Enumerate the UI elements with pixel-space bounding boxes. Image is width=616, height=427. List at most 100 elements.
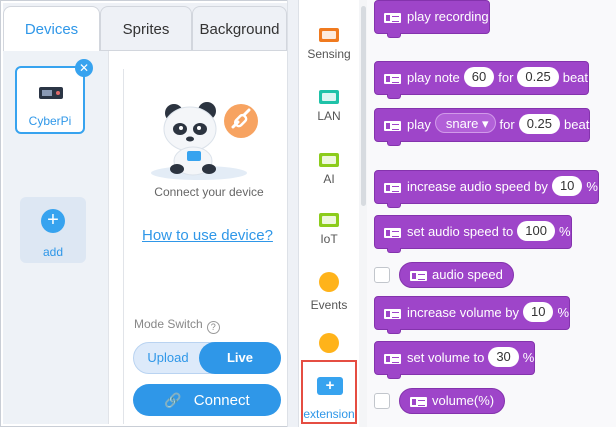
volume-input[interactable]: 30 <box>488 347 519 367</box>
tab-devices[interactable]: Devices <box>3 6 100 51</box>
ai-icon <box>319 153 339 167</box>
audio-extension-icon <box>410 397 427 407</box>
beats-input[interactable]: 0.25 <box>517 67 559 87</box>
audio-extension-icon <box>384 354 401 364</box>
cyberpi-device-icon <box>39 87 63 99</box>
block-text: % <box>586 179 598 194</box>
panel-splitter[interactable] <box>287 0 299 427</box>
category-label: AI <box>323 172 335 186</box>
block-text: set volume to <box>407 350 485 365</box>
extension-button[interactable]: + extension <box>301 360 357 424</box>
category-label: LAN <box>317 109 341 123</box>
panel-tabs: Devices Sprites Background <box>3 3 287 51</box>
block-play-sound[interactable]: play snare ▾ for 0.25 beat <box>374 108 591 146</box>
add-label: add <box>42 245 64 259</box>
volume-checkbox[interactable] <box>374 393 390 409</box>
category-control[interactable] <box>299 333 359 359</box>
block-text: increase audio speed by <box>407 179 548 194</box>
extension-label: extension <box>303 407 355 421</box>
connect-button[interactable]: 🔗 Connect <box>133 384 281 416</box>
mode-live-option[interactable]: Live <box>199 342 281 374</box>
block-set-volume[interactable]: set volume to 30% <box>374 341 536 379</box>
reporter-audio-speed[interactable]: audio speed <box>399 262 514 288</box>
block-text: for <box>498 70 514 85</box>
tab-background[interactable]: Background <box>192 6 287 51</box>
chevron-down-icon: ▾ <box>482 116 489 131</box>
help-icon[interactable]: ? <box>206 321 220 334</box>
category-label: IoT <box>320 232 338 246</box>
volume-change-input[interactable]: 10 <box>523 302 554 322</box>
block-notch <box>387 329 401 334</box>
mode-toggle[interactable]: Upload Live <box>133 342 281 374</box>
category-sensing[interactable]: Sensing <box>299 28 359 61</box>
reporter-text: audio speed <box>432 267 503 282</box>
events-icon <box>319 272 339 292</box>
category-ai[interactable]: AI <box>299 153 359 186</box>
sound-dropdown-value: snare <box>445 116 479 131</box>
block-notch <box>387 33 401 38</box>
category-events[interactable]: Events <box>299 272 359 312</box>
block-text: beat <box>564 117 590 132</box>
link-icon: 🔗 <box>164 392 182 408</box>
category-lan[interactable]: LAN <box>299 90 359 123</box>
reporter-volume[interactable]: volume(%) <box>399 388 506 414</box>
add-device-button[interactable]: + add <box>20 197 86 263</box>
audio-extension-icon <box>384 74 401 84</box>
category-label: Events <box>310 298 348 312</box>
block-play-recording[interactable]: play recording <box>374 0 490 38</box>
block-text: for <box>499 117 515 132</box>
audio-extension-icon <box>384 121 401 131</box>
category-iot[interactable]: IoT <box>299 213 359 246</box>
how-to-use-link[interactable]: How to use device? <box>142 227 273 244</box>
category-label: Sensing <box>307 47 351 61</box>
audio-speed-checkbox[interactable] <box>374 267 390 283</box>
connect-device-message: Connect your device <box>154 185 264 199</box>
block-increase-audio-speed[interactable]: increase audio speed by 10% <box>374 170 599 208</box>
category-scroll-thumb[interactable] <box>361 6 366 206</box>
note-input[interactable]: 60 <box>463 67 495 87</box>
block-text: increase volume by <box>407 305 519 320</box>
mode-upload-option[interactable]: Upload <box>134 343 202 373</box>
control-icon <box>319 333 339 353</box>
block-text: beat <box>562 70 589 85</box>
panda-mascot-icon <box>151 102 258 180</box>
device-card-cyberpi[interactable]: CyberPi <box>15 66 85 134</box>
extension-add-icon: + <box>317 377 343 395</box>
block-text: play recording <box>407 9 489 24</box>
reporter-text: volume(%) <box>432 393 495 408</box>
block-play-note[interactable]: play note 60 for 0.25 beat <box>374 61 590 99</box>
block-notch <box>387 94 401 99</box>
block-notch <box>387 141 401 146</box>
speed-input[interactable]: 100 <box>517 221 555 241</box>
device-panel: Devices Sprites Background CyberPi ✕ + a… <box>3 3 287 424</box>
beats-input[interactable]: 0.25 <box>518 114 561 134</box>
block-text: % <box>558 224 571 239</box>
audio-extension-icon <box>410 271 427 281</box>
block-text: set audio speed to <box>407 224 514 239</box>
block-text: play <box>407 117 431 132</box>
iot-icon <box>319 213 339 227</box>
audio-extension-icon <box>384 228 401 238</box>
block-set-audio-speed[interactable]: set audio speed to 100% <box>374 215 572 253</box>
tab-sprites[interactable]: Sprites <box>100 6 192 51</box>
device-name: CyberPi <box>28 114 72 128</box>
block-text: play note <box>407 70 460 85</box>
connect-label: Connect <box>193 392 250 409</box>
block-text: % <box>557 305 570 320</box>
device-list: CyberPi ✕ + add <box>3 51 109 424</box>
mode-switch-text: Mode Switch <box>134 317 203 331</box>
remove-device-icon[interactable]: ✕ <box>75 59 93 77</box>
block-notch <box>387 248 401 253</box>
speed-change-input[interactable]: 10 <box>551 176 583 196</box>
sound-dropdown[interactable]: snare ▾ <box>434 113 496 133</box>
block-increase-volume[interactable]: increase volume by 10% <box>374 296 571 334</box>
plus-icon: + <box>41 209 65 233</box>
mode-switch-label: Mode Switch? <box>134 317 220 334</box>
block-notch <box>387 374 401 379</box>
audio-extension-icon <box>384 13 401 23</box>
block-text: % <box>522 350 535 365</box>
audio-extension-icon <box>384 309 401 319</box>
lan-icon <box>319 90 339 104</box>
sensing-icon <box>319 28 339 42</box>
device-connection-area: Connect your device How to use device? M… <box>123 69 287 424</box>
